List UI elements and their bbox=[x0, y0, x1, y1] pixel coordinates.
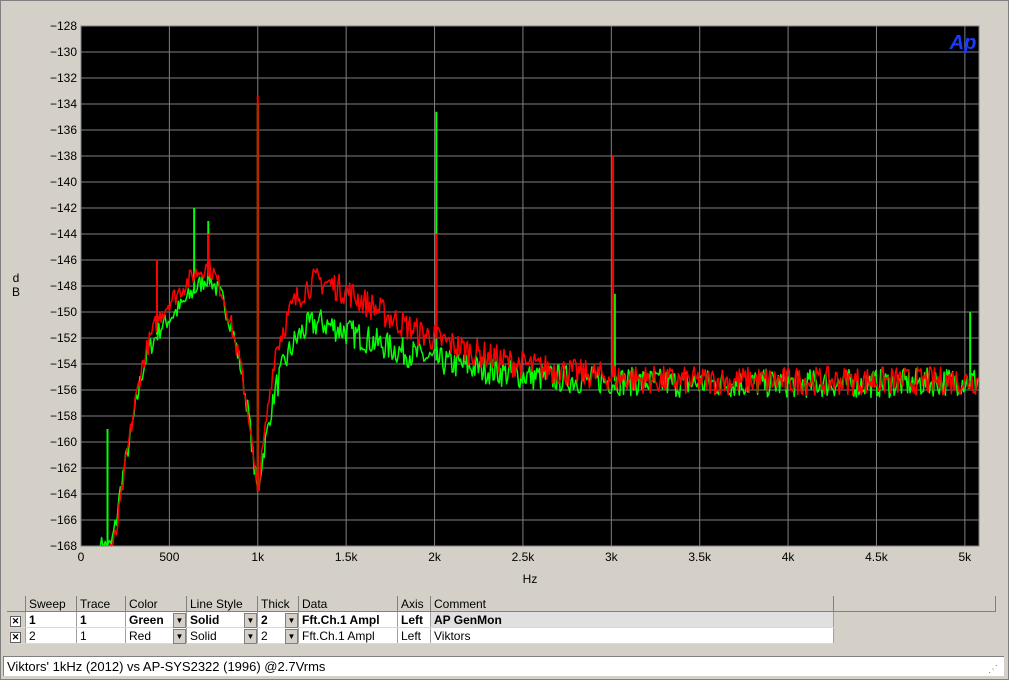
y-tick-label: −150 bbox=[50, 305, 77, 319]
fft-chart: 0 500 1k 1.5k 2k 2.5k 3k 3.5k 4k 4.5k 5k −128 −130 −1… bbox=[12, 19, 980, 586]
legend-trace: 1 bbox=[76, 611, 126, 628]
x-axis-label: Hz bbox=[523, 572, 538, 586]
legend-header-line-style[interactable]: Line Style bbox=[186, 596, 258, 612]
app-window: 0 500 1k 1.5k 2k 2.5k 3k 3.5k 4k 4.5k 5k −128 −130 −1… bbox=[0, 0, 1009, 680]
legend-style-value: Solid bbox=[190, 628, 217, 643]
chevron-down-icon[interactable]: ▼ bbox=[173, 629, 186, 644]
chevron-down-icon[interactable]: ▼ bbox=[173, 613, 186, 628]
x-tick-label: 0 bbox=[78, 550, 85, 564]
ap-logo: Ap bbox=[949, 32, 977, 54]
legend-header-data[interactable]: Data bbox=[298, 596, 398, 612]
legend-axis[interactable]: Left bbox=[397, 627, 431, 644]
legend-sweep: 2 bbox=[25, 627, 77, 644]
x-tick-label: 3k bbox=[605, 550, 619, 564]
legend-data[interactable]: Fft.Ch.1 Ampl bbox=[298, 627, 398, 644]
y-tick-label: −146 bbox=[50, 253, 77, 267]
y-axis-label: dB bbox=[12, 271, 20, 299]
legend-color-value: Green bbox=[129, 612, 164, 627]
y-tick-label: −166 bbox=[50, 513, 77, 527]
y-tick-label: −148 bbox=[50, 279, 77, 293]
y-tick-label: −140 bbox=[50, 175, 77, 189]
status-bar: Viktors' 1kHz (2012) vs AP-SYS2322 (1996… bbox=[3, 656, 1004, 676]
legend-header-comment[interactable]: Comment bbox=[430, 596, 834, 612]
legend-style-dropdown[interactable]: Solid ▼ bbox=[186, 611, 258, 628]
y-tick-label: −130 bbox=[50, 45, 77, 59]
y-tick-label: −160 bbox=[50, 435, 77, 449]
y-tick-label: −142 bbox=[50, 201, 77, 215]
legend-header-axis[interactable]: Axis bbox=[397, 596, 431, 612]
y-tick-label: −156 bbox=[50, 383, 77, 397]
legend-color-dropdown[interactable]: Red ▼ bbox=[125, 627, 187, 644]
x-tick-label: 2.5k bbox=[512, 550, 536, 564]
x-tick-label: 3.5k bbox=[688, 550, 712, 564]
y-tick-label: −138 bbox=[50, 149, 77, 163]
x-tick-label: 2k bbox=[428, 550, 442, 564]
legend-header-trace[interactable]: Trace bbox=[76, 596, 126, 612]
legend-comment[interactable]: Viktors bbox=[430, 627, 834, 644]
legend-style-dropdown[interactable]: Solid ▼ bbox=[186, 627, 258, 644]
legend-header-sweep[interactable]: Sweep bbox=[25, 596, 77, 612]
legend-trace: 1 bbox=[76, 627, 126, 644]
y-tick-label: −128 bbox=[50, 19, 77, 33]
y-tick-label: −154 bbox=[50, 357, 77, 371]
x-tick-label: 4k bbox=[782, 550, 796, 564]
x-tick-label: 1.5k bbox=[335, 550, 359, 564]
x-tick-label: 1k bbox=[251, 550, 265, 564]
legend-thick-dropdown[interactable]: 2 ▼ bbox=[257, 627, 299, 644]
checkbox-icon[interactable]: ✕ bbox=[10, 631, 21, 643]
y-tick-label: −162 bbox=[50, 461, 77, 475]
y-tick-label: −164 bbox=[50, 487, 77, 501]
legend-thick-value: 2 bbox=[261, 612, 268, 627]
legend-sweep: 1 bbox=[25, 611, 77, 628]
legend-filler bbox=[833, 611, 996, 628]
legend-row[interactable]: ✕ 1 1 Green ▼ Solid ▼ 2 ▼ Fft.Ch.1 Ampl Lef… bbox=[7, 611, 996, 628]
legend-comment[interactable]: AP GenMon bbox=[430, 611, 834, 628]
legend-header-color[interactable]: Color bbox=[125, 596, 187, 612]
legend-thick-value: 2 bbox=[261, 628, 268, 643]
legend-color-dropdown[interactable]: Green ▼ bbox=[125, 611, 187, 628]
chevron-down-icon[interactable]: ▼ bbox=[244, 629, 257, 644]
x-tick-label: 4.5k bbox=[865, 550, 889, 564]
legend-style-value: Solid bbox=[190, 612, 220, 627]
legend-data[interactable]: Fft.Ch.1 Ampl bbox=[298, 611, 398, 628]
legend-row-checkbox[interactable]: ✕ bbox=[7, 627, 26, 644]
x-tick-label: 5k bbox=[959, 550, 973, 564]
y-tick-label: −168 bbox=[50, 539, 77, 553]
y-tick-label: −136 bbox=[50, 123, 77, 137]
chevron-down-icon[interactable]: ▼ bbox=[285, 613, 298, 628]
legend-row[interactable]: ✕ 2 1 Red ▼ Solid ▼ 2 ▼ Fft.Ch.1 Ampl Left … bbox=[7, 627, 996, 644]
y-tick-label: −152 bbox=[50, 331, 77, 345]
resize-grip-icon[interactable]: ⋰ bbox=[988, 660, 998, 680]
x-tick-label: 500 bbox=[159, 550, 179, 564]
y-tick-label: −158 bbox=[50, 409, 77, 423]
legend-header-thick[interactable]: Thick bbox=[257, 596, 299, 612]
chevron-down-icon[interactable]: ▼ bbox=[244, 613, 257, 628]
legend-filler bbox=[833, 627, 996, 644]
legend-header-row: Sweep Trace Color Line Style Thick Data … bbox=[7, 596, 996, 612]
y-tick-label: −134 bbox=[50, 97, 77, 111]
legend-axis[interactable]: Left bbox=[397, 611, 431, 628]
checkbox-icon[interactable]: ✕ bbox=[10, 615, 21, 627]
chevron-down-icon[interactable]: ▼ bbox=[285, 629, 298, 644]
legend-thick-dropdown[interactable]: 2 ▼ bbox=[257, 611, 299, 628]
y-tick-label: −144 bbox=[50, 227, 77, 241]
legend-table: Sweep Trace Color Line Style Thick Data … bbox=[7, 596, 996, 644]
legend-row-checkbox[interactable]: ✕ bbox=[7, 611, 26, 628]
status-text: Viktors' 1kHz (2012) vs AP-SYS2322 (1996… bbox=[7, 659, 326, 674]
y-tick-label: −132 bbox=[50, 71, 77, 85]
legend-header-filler bbox=[833, 596, 996, 612]
legend-header-check bbox=[7, 596, 26, 612]
legend-color-value: Red bbox=[129, 628, 152, 643]
